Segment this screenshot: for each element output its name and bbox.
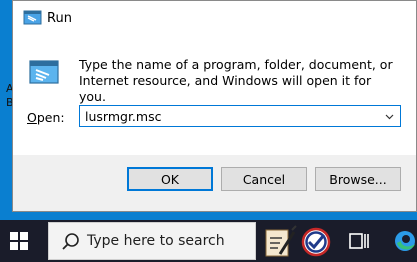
dialog-content: Type the name of a program, folder, docu… xyxy=(13,37,416,155)
open-combobox-value[interactable]: lusrmgr.msc xyxy=(85,109,161,124)
search-placeholder: Type here to search xyxy=(87,233,225,249)
taskbar-search-box[interactable]: Type here to search xyxy=(48,222,256,260)
open-label: Open: xyxy=(27,110,65,125)
run-dialog: Run Type the name of a program, folder, … xyxy=(12,0,417,212)
vote-app-icon[interactable] xyxy=(298,224,334,258)
run-large-icon xyxy=(29,60,59,84)
dialog-titlebar[interactable]: Run xyxy=(13,1,416,37)
cancel-button-label: Cancel xyxy=(242,171,286,187)
browse-button[interactable]: Browse... xyxy=(315,167,401,191)
dialog-description: Type the name of a program, folder, docu… xyxy=(79,57,393,104)
open-combobox[interactable]: lusrmgr.msc xyxy=(79,105,401,127)
cancel-button[interactable]: Cancel xyxy=(221,167,307,191)
browse-button-label: Browse... xyxy=(329,171,387,187)
ok-button[interactable]: OK xyxy=(127,167,213,191)
taskbar: Type here to search xyxy=(0,220,417,262)
task-view-icon[interactable] xyxy=(346,224,372,258)
windows-start-icon[interactable] xyxy=(10,232,28,250)
open-label-text: pen: xyxy=(36,110,65,125)
edge-browser-icon[interactable] xyxy=(392,224,417,258)
dialog-title: Run xyxy=(47,11,72,26)
ok-button-label: OK xyxy=(160,171,180,187)
search-icon xyxy=(62,233,79,250)
run-icon xyxy=(23,10,42,25)
chevron-down-icon[interactable] xyxy=(385,112,394,121)
taskbar-app-icon[interactable] xyxy=(262,224,298,258)
open-label-accelerator: O xyxy=(27,110,37,125)
